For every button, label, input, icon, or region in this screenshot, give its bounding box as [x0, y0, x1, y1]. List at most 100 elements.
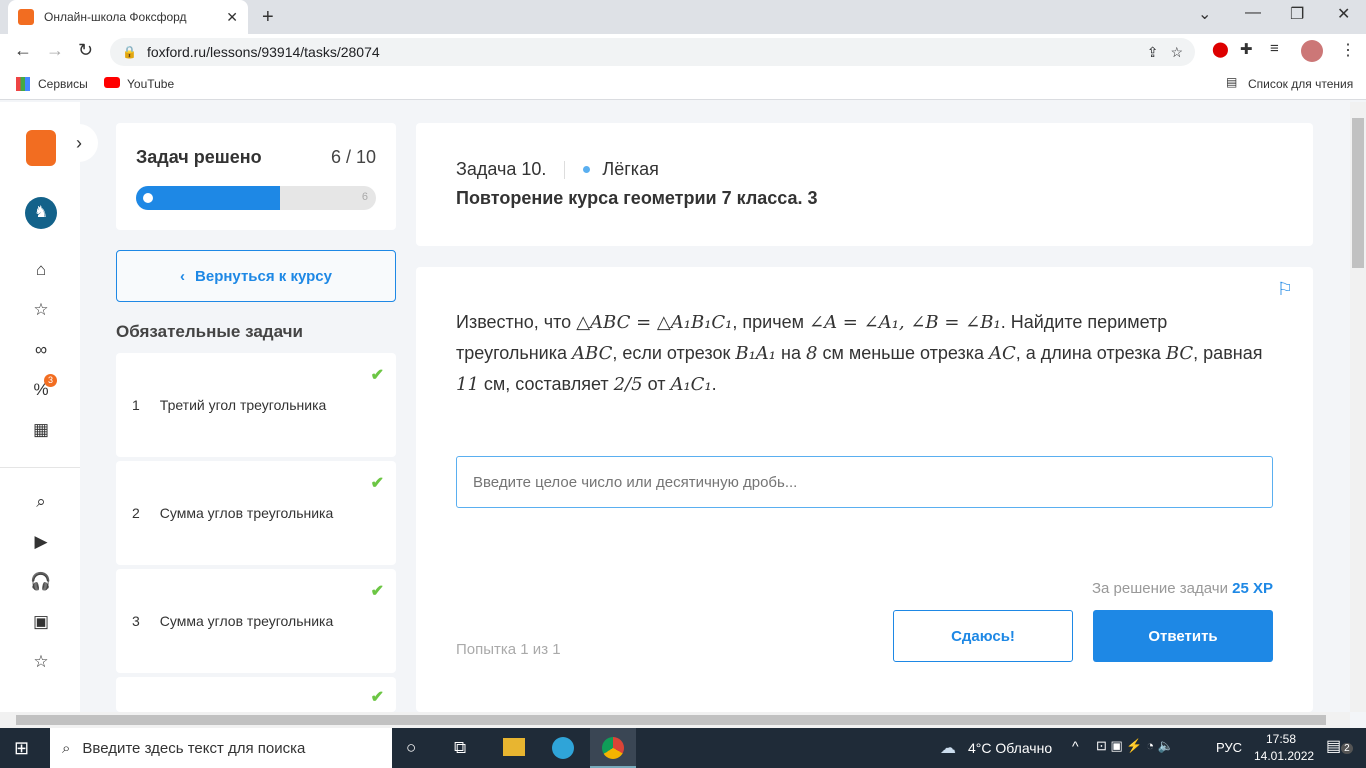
- clock-time[interactable]: 17:58: [1266, 732, 1296, 746]
- cortana-icon[interactable]: ○: [406, 738, 416, 758]
- tab-strip: Онлайн-школа Фоксфорд ✕ + ⌄ — ❐ ✕: [0, 0, 1366, 34]
- task-number: 1: [132, 397, 140, 413]
- url-text: foxford.ru/lessons/93914/tasks/28074: [146, 44, 380, 60]
- reload-icon[interactable]: ↻: [78, 40, 93, 61]
- task-body-card: ⚐ Известно, что △ABC = △A₁B₁C₁, причем ∠…: [416, 267, 1313, 712]
- progress-count: 6 / 10: [330, 147, 376, 167]
- file-explorer-icon[interactable]: [503, 738, 525, 756]
- progress-fill: [136, 186, 280, 210]
- share-icon[interactable]: ⇪: [1147, 44, 1159, 61]
- tray-icons[interactable]: ⊡ ▣ ⚡ ◔ 🔈: [1096, 738, 1174, 754]
- statement-part: на: [776, 343, 806, 363]
- statement-part: BC: [1165, 343, 1194, 364]
- bookmark-youtube[interactable]: YouTube: [127, 77, 174, 91]
- submit-button[interactable]: Ответить: [1093, 610, 1273, 662]
- difficulty-dot-icon: [583, 166, 591, 173]
- foxford-favicon-icon: [18, 9, 34, 25]
- weather-text[interactable]: 4°C Облачно: [968, 740, 1052, 756]
- menu-icon[interactable]: ⋮: [1340, 40, 1356, 60]
- statement-part: , а длина отрезка: [1015, 343, 1166, 363]
- tab-search-icon[interactable]: ⌄: [1198, 4, 1211, 24]
- back-icon[interactable]: ←: [14, 40, 32, 61]
- windows-start-icon[interactable]: ⊞: [14, 738, 29, 759]
- browser-tab[interactable]: Онлайн-школа Фоксфорд ✕: [8, 0, 248, 34]
- check-icon: ✔: [370, 689, 384, 706]
- headphones-icon[interactable]: 🎧: [30, 572, 52, 594]
- attempt-counter: Попытка 1 из 1: [456, 641, 561, 658]
- address-bar[interactable]: 🔒 foxford.ru/lessons/93914/tasks/28074 ⇪ ☆: [110, 38, 1195, 66]
- edge-icon[interactable]: [552, 737, 574, 759]
- youtube-icon: [104, 77, 120, 88]
- close-tab-icon[interactable]: ✕: [226, 9, 238, 26]
- star-icon[interactable]: ☆: [30, 300, 52, 322]
- home-icon[interactable]: ⌂: [30, 260, 52, 282]
- answer-input[interactable]: [456, 456, 1273, 508]
- new-tab-button[interactable]: +: [262, 6, 274, 29]
- user-avatar[interactable]: ♞: [25, 197, 57, 229]
- difficulty-label: Лёгкая: [602, 159, 659, 179]
- check-icon: ✔: [370, 475, 384, 492]
- statement-part: A₁C₁: [670, 374, 712, 395]
- statement-part: , равная: [1193, 343, 1263, 363]
- bookmark-services[interactable]: Сервисы: [38, 77, 88, 91]
- media-icon[interactable]: ≡: [1270, 40, 1279, 57]
- reading-list[interactable]: Список для чтения: [1248, 77, 1353, 91]
- close-window-button[interactable]: ✕: [1337, 4, 1350, 24]
- show-hidden-icons[interactable]: ^: [1072, 738, 1079, 754]
- infinity-icon[interactable]: ∞: [30, 340, 52, 362]
- taskbar-search[interactable]: ⌕ Введите здесь текст для поиска: [50, 728, 392, 768]
- cloud-icon: ☁: [940, 740, 956, 757]
- lock-icon: 🔒: [122, 45, 137, 59]
- statement-part: , причем: [732, 312, 809, 332]
- statement-part: B₁A₁: [735, 343, 777, 364]
- divider: [0, 467, 80, 468]
- apps-grid-icon: [16, 77, 30, 91]
- horizontal-scrollbar[interactable]: [0, 712, 1350, 728]
- minimize-button[interactable]: —: [1245, 4, 1261, 22]
- forward-icon[interactable]: →: [46, 40, 64, 61]
- task-number: 3: [132, 613, 140, 629]
- task-title: Сумма углов треугольника: [159, 613, 334, 629]
- video-icon[interactable]: ▶: [30, 532, 52, 554]
- statement-part: AC: [989, 343, 1016, 364]
- clock-date[interactable]: 14.01.2022: [1254, 749, 1314, 763]
- task-view-icon[interactable]: ⧉: [454, 738, 466, 758]
- calendar-icon[interactable]: ▦: [30, 420, 52, 442]
- reward-label: За решение задачи: [1091, 580, 1228, 597]
- list-item[interactable]: ✔: [116, 677, 396, 712]
- give-up-button[interactable]: Сдаюсь!: [893, 610, 1073, 662]
- scroll-thumb[interactable]: [16, 715, 1326, 725]
- presentation-icon[interactable]: ▣: [30, 612, 52, 634]
- check-icon: ✔: [370, 583, 384, 600]
- list-item[interactable]: 3 Сумма углов треугольника ✔: [116, 569, 396, 673]
- favorites-star-icon[interactable]: ☆: [30, 652, 52, 674]
- profile-avatar[interactable]: [1301, 40, 1323, 62]
- list-item[interactable]: 2 Сумма углов треугольника ✔: [116, 461, 396, 565]
- flag-icon[interactable]: ⚐: [1277, 279, 1293, 300]
- task-title: Третий угол треугольника: [159, 397, 327, 413]
- chevron-left-icon: ‹: [180, 267, 186, 285]
- progress-card: Задач решено 6 / 10 6: [116, 123, 396, 230]
- side-nav: › ♞ ⌂ ☆ ∞ % 3 ▦ ⌕ ▶ 🎧 ▣ ☆: [0, 102, 98, 712]
- bookmark-star-icon[interactable]: ☆: [1170, 44, 1183, 61]
- restore-button[interactable]: ❐: [1290, 4, 1304, 24]
- scroll-thumb[interactable]: [1352, 118, 1364, 268]
- tab-title: Онлайн-школа Фоксфорд: [44, 10, 187, 24]
- back-to-course-button[interactable]: ‹ Вернуться к курсу: [116, 250, 396, 302]
- discount-icon[interactable]: % 3: [30, 374, 57, 402]
- chrome-taskbar-button[interactable]: [590, 728, 636, 768]
- list-item[interactable]: 1 Третий угол треугольника ✔: [116, 353, 396, 457]
- extension-icon[interactable]: ⬤: [1212, 40, 1229, 58]
- language-indicator[interactable]: РУС: [1216, 740, 1242, 755]
- notifications-count: 2: [1341, 743, 1353, 754]
- vertical-scrollbar[interactable]: [1350, 102, 1366, 712]
- expand-nav-icon[interactable]: ›: [60, 124, 98, 162]
- statement-part: см меньше отрезка: [817, 343, 989, 363]
- extensions-puzzle-icon[interactable]: ✚: [1240, 40, 1253, 58]
- notifications-icon[interactable]: ▤ 2: [1326, 736, 1353, 756]
- statement-part: 11: [456, 374, 479, 395]
- statement-part: .: [711, 374, 717, 394]
- foxford-logo[interactable]: [26, 130, 56, 166]
- task-statement: Известно, что △ABC = △A₁B₁C₁, причем ∠A …: [456, 307, 1266, 400]
- search-icon[interactable]: ⌕: [30, 492, 52, 514]
